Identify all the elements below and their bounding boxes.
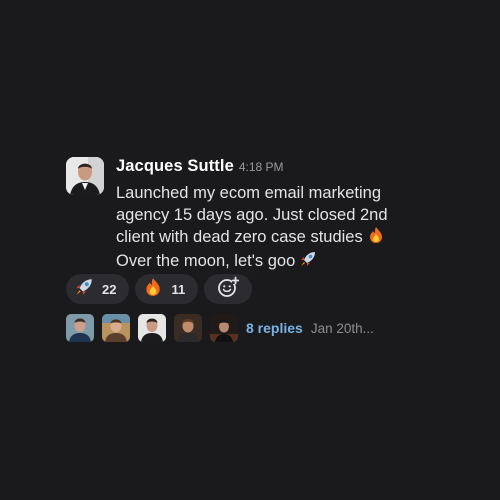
message-line: Over the moon, let's goo — [116, 252, 296, 270]
message-text: Launched my ecom email marketing agency … — [116, 182, 446, 274]
participant-avatar[interactable] — [210, 314, 238, 342]
message-line: client with dead zero case studies — [116, 228, 363, 246]
message-line-with-emoji: client with dead zero case studies — [116, 226, 446, 250]
message-line: agency 15 days ago. Just closed 2nd — [116, 206, 388, 224]
reaction-count: 11 — [171, 281, 186, 297]
rocket-emoji-icon — [299, 250, 317, 274]
fire-emoji-icon — [143, 277, 163, 302]
last-reply-date: Jan 20th... — [310, 320, 374, 336]
reaction-fire[interactable]: 11 — [135, 274, 199, 304]
author-name[interactable]: Jacques Suttle — [116, 157, 234, 176]
message-line: Launched my ecom email marketing — [116, 184, 382, 202]
timestamp[interactable]: 4:18 PM — [239, 160, 284, 174]
add-reaction-icon — [217, 276, 240, 303]
add-reaction-button[interactable] — [204, 274, 253, 304]
participant-avatar[interactable] — [66, 314, 94, 342]
slack-message-screen: Jacques Suttle 4:18 PM Launched my ecom … — [0, 0, 500, 500]
message-line-with-emoji: Over the moon, let's goo — [116, 250, 446, 274]
participant-avatar[interactable] — [174, 314, 202, 342]
thread-summary[interactable]: 8 replies Jan 20th... — [66, 314, 374, 342]
participant-avatar[interactable] — [102, 314, 130, 342]
replies-link[interactable]: 8 replies — [246, 320, 303, 336]
participant-avatar[interactable] — [138, 314, 166, 342]
reaction-count: 22 — [102, 281, 117, 297]
reaction-rocket[interactable]: 22 — [66, 274, 130, 304]
author-avatar[interactable] — [66, 157, 104, 195]
reactions-bar: 22 11 — [66, 274, 253, 304]
fire-emoji-icon — [367, 226, 385, 250]
message-content: Jacques Suttle 4:18 PM Launched my ecom … — [116, 157, 486, 274]
rocket-emoji-icon — [74, 277, 94, 302]
message-meta: Jacques Suttle 4:18 PM — [116, 157, 486, 179]
